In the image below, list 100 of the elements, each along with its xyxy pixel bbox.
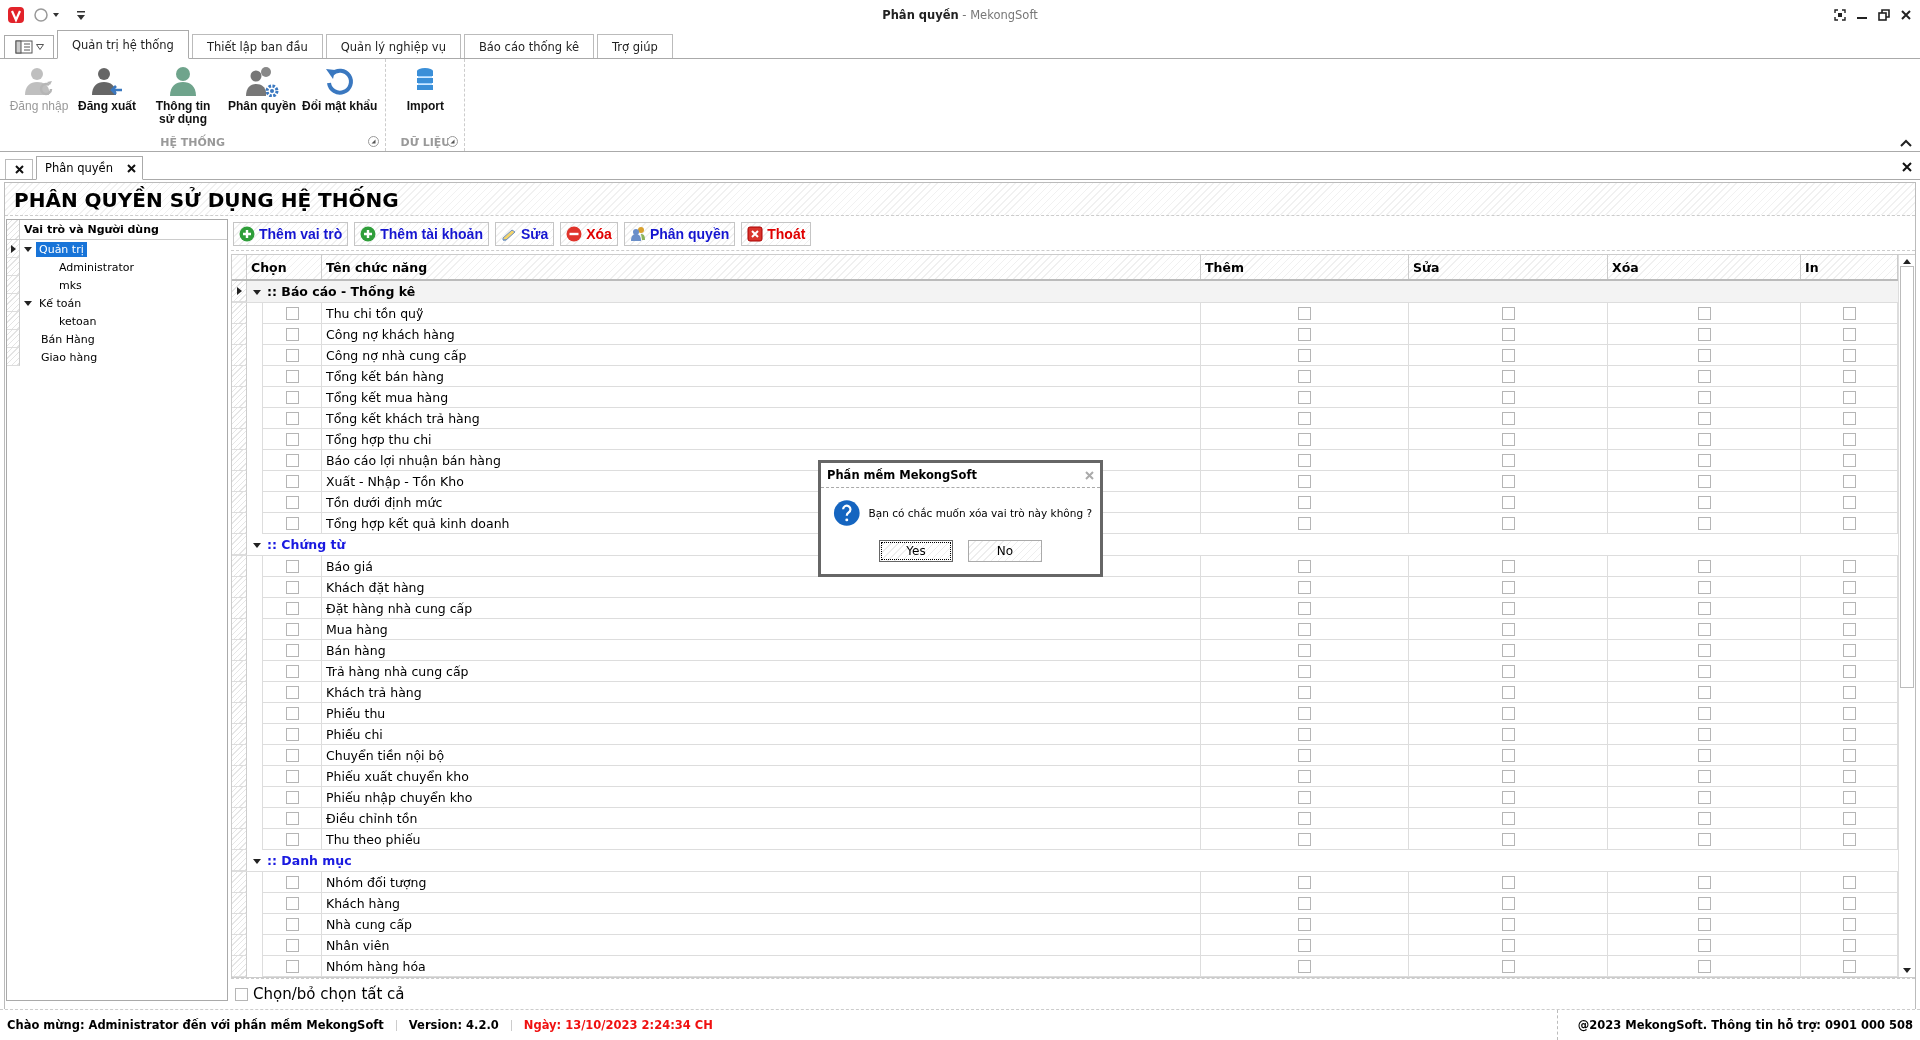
checkbox[interactable] <box>1697 664 1711 678</box>
document-tab[interactable]: Phân quyền <box>36 156 143 180</box>
checkbox[interactable] <box>1842 875 1856 889</box>
checkbox[interactable] <box>1501 622 1515 636</box>
checkbox[interactable] <box>1697 601 1711 615</box>
tree-item[interactable]: Quản trị <box>36 241 87 257</box>
checkbox[interactable] <box>1298 516 1311 530</box>
checkbox[interactable] <box>285 790 299 804</box>
checkbox[interactable] <box>285 580 299 594</box>
collapse-icon[interactable] <box>1900 139 1912 147</box>
checkbox[interactable] <box>1298 748 1311 762</box>
circle-dropdown-icon[interactable] <box>34 8 60 22</box>
checkbox[interactable] <box>1298 727 1311 741</box>
tree-item[interactable]: Kế toán <box>36 295 85 311</box>
checkbox[interactable] <box>1697 474 1711 488</box>
row-header[interactable] <box>7 240 20 258</box>
checkbox[interactable] <box>1842 306 1856 320</box>
checkbox[interactable] <box>1697 495 1711 509</box>
checkbox[interactable] <box>1298 369 1311 383</box>
checkbox[interactable] <box>1501 896 1515 910</box>
checkbox[interactable] <box>1501 474 1515 488</box>
checkbox[interactable] <box>285 685 299 699</box>
checkbox[interactable] <box>1697 643 1711 657</box>
checkbox[interactable] <box>285 938 299 952</box>
checkbox[interactable] <box>1298 769 1311 783</box>
checkbox[interactable] <box>285 727 299 741</box>
checkbox[interactable] <box>1501 748 1515 762</box>
launcher-icon[interactable] <box>447 136 459 147</box>
checkbox[interactable] <box>1501 453 1515 467</box>
checkbox[interactable] <box>1697 811 1711 825</box>
checkbox[interactable] <box>1842 748 1856 762</box>
checkbox[interactable] <box>1298 811 1311 825</box>
checkbox[interactable] <box>1697 896 1711 910</box>
checkbox[interactable] <box>1697 790 1711 804</box>
checkbox[interactable] <box>285 622 299 636</box>
checkbox[interactable] <box>1697 453 1711 467</box>
checkbox[interactable] <box>1298 474 1311 488</box>
checkbox[interactable] <box>1842 832 1856 846</box>
checkbox[interactable] <box>285 769 299 783</box>
checkbox[interactable] <box>285 832 299 846</box>
checkbox[interactable] <box>1501 559 1515 573</box>
checkbox[interactable] <box>1501 811 1515 825</box>
checkbox[interactable] <box>1697 622 1711 636</box>
checkbox[interactable] <box>1298 601 1311 615</box>
checkbox[interactable] <box>1697 875 1711 889</box>
checkbox[interactable] <box>1697 306 1711 320</box>
expanded-arrow-icon[interactable] <box>24 245 32 253</box>
checkbox[interactable] <box>1842 790 1856 804</box>
checkbox[interactable] <box>285 390 299 404</box>
checkbox[interactable] <box>1501 348 1515 362</box>
checkbox[interactable] <box>285 959 299 973</box>
scroll-down-icon[interactable] <box>1903 968 1911 973</box>
checkbox[interactable] <box>1298 938 1311 952</box>
checkbox[interactable] <box>1298 664 1311 678</box>
checkbox[interactable] <box>1298 790 1311 804</box>
checkbox[interactable] <box>285 411 299 425</box>
checkbox[interactable] <box>285 706 299 720</box>
checkbox[interactable] <box>1298 495 1311 509</box>
checkbox[interactable] <box>285 664 299 678</box>
checkbox[interactable] <box>1501 327 1515 341</box>
checkbox[interactable] <box>1697 369 1711 383</box>
checkbox[interactable] <box>285 559 299 573</box>
ribbon-tab[interactable]: Quản lý nghiệp vụ <box>325 34 461 58</box>
tree-item[interactable]: Giao hàng <box>38 349 101 365</box>
checkbox[interactable] <box>1697 727 1711 741</box>
close-icon[interactable] <box>127 163 136 173</box>
restore-icon[interactable] <box>1878 9 1890 21</box>
checkbox[interactable] <box>1697 685 1711 699</box>
checkbox[interactable] <box>1842 601 1856 615</box>
checkbox[interactable] <box>285 516 299 530</box>
checkbox[interactable] <box>285 453 299 467</box>
ribbon-button[interactable]: Thông tin sử dụng <box>142 63 224 133</box>
tree-item[interactable]: mks <box>56 277 85 293</box>
checkbox[interactable] <box>1501 601 1515 615</box>
checkbox[interactable] <box>1501 832 1515 846</box>
checkbox[interactable] <box>1501 516 1515 530</box>
checkbox[interactable] <box>1298 685 1311 699</box>
checkbox[interactable] <box>1842 769 1856 783</box>
toolbar-button[interactable]: Sửa <box>494 222 555 246</box>
scrollbar[interactable] <box>1898 255 1915 977</box>
checkbox[interactable] <box>1842 327 1856 341</box>
checkbox[interactable] <box>1697 390 1711 404</box>
checkbox[interactable] <box>1697 706 1711 720</box>
checkbox[interactable] <box>1298 306 1311 320</box>
group-row-title[interactable]: :: Báo cáo - Thống kê <box>267 284 416 299</box>
checkbox[interactable] <box>1501 664 1515 678</box>
checkbox[interactable] <box>1501 369 1515 383</box>
checkbox[interactable] <box>1298 832 1311 846</box>
checkbox[interactable] <box>1697 432 1711 446</box>
checkbox[interactable] <box>1298 390 1311 404</box>
checkbox[interactable] <box>1298 348 1311 362</box>
checkbox[interactable] <box>1842 495 1856 509</box>
checkbox[interactable] <box>1501 959 1515 973</box>
checkbox[interactable] <box>1501 875 1515 889</box>
app-logo-icon[interactable] <box>8 7 24 23</box>
checkbox[interactable] <box>1697 769 1711 783</box>
checkbox[interactable] <box>285 348 299 362</box>
checkbox[interactable] <box>1842 432 1856 446</box>
checkbox[interactable] <box>1842 453 1856 467</box>
checkbox[interactable] <box>1842 706 1856 720</box>
